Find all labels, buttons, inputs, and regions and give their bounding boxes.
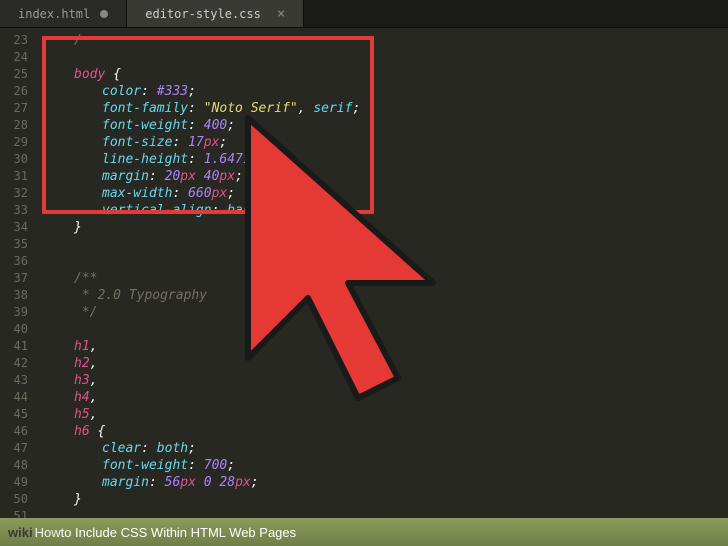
line-number: 45 [0,406,28,423]
line-number: 47 [0,440,28,457]
line-number: 43 [0,372,28,389]
tab-label: editor-style.css [145,7,261,21]
tab-label: index.html [18,7,90,21]
code-line: h3, [46,372,728,389]
code-line: h4, [46,389,728,406]
footer-caption: wikiHow to Include CSS Within HTML Web P… [0,518,728,546]
line-number: 28 [0,117,28,134]
line-number-gutter: 2324252627282930313233343536373839404142… [0,28,38,518]
line-number: 24 [0,49,28,66]
line-number: 34 [0,219,28,236]
code-line [46,321,728,338]
line-number: 41 [0,338,28,355]
line-number: 31 [0,168,28,185]
tab-index-html[interactable]: index.html [0,0,127,27]
line-number: 49 [0,474,28,491]
editor-pane: 2324252627282930313233343536373839404142… [0,28,728,518]
line-number: 30 [0,151,28,168]
footer-title: to Include CSS Within HTML Web Pages [61,525,297,540]
code-line: body { [46,66,728,83]
line-number: 29 [0,134,28,151]
brand-text: wiki [8,525,33,540]
line-number: 42 [0,355,28,372]
code-line: h6 { [46,423,728,440]
code-line: h2, [46,355,728,372]
line-number: 44 [0,389,28,406]
code-line: clear: both; [46,440,728,457]
code-line: h1, [46,338,728,355]
line-number: 38 [0,287,28,304]
code-line: line-height: 1.6471; [46,151,728,168]
code-line: */ [46,304,728,321]
code-line: font-weight: 700; [46,457,728,474]
code-line [46,49,728,66]
line-number: 46 [0,423,28,440]
code-line: h5, [46,406,728,423]
code-line: color: #333; [46,83,728,100]
code-line: font-weight: 400; [46,117,728,134]
line-number: 35 [0,236,28,253]
code-line: margin: 20px 40px; [46,168,728,185]
line-number: 37 [0,270,28,287]
line-number: 33 [0,202,28,219]
code-line: vertical-align: baseline; [46,202,728,219]
line-number: 39 [0,304,28,321]
code-line: font-family: "Noto Serif", serif; [46,100,728,117]
code-line: / [46,32,728,49]
code-line: } [46,219,728,236]
tab-bar: index.html editor-style.css × [0,0,728,28]
line-number: 23 [0,32,28,49]
code-line: max-width: 660px; [46,185,728,202]
tab-editor-style-css[interactable]: editor-style.css × [127,0,304,27]
close-icon[interactable]: × [277,6,285,22]
code-line [46,253,728,270]
line-number: 48 [0,457,28,474]
code-line [46,236,728,253]
code-area[interactable]: / body { color: #333; font-family: "Noto… [38,28,728,518]
line-number: 50 [0,491,28,508]
code-line: font-size: 17px; [46,134,728,151]
line-number: 27 [0,100,28,117]
code-line: * 2.0 Typography [46,287,728,304]
line-number: 36 [0,253,28,270]
line-number: 25 [0,66,28,83]
code-line: /** [46,270,728,287]
line-number: 26 [0,83,28,100]
how-text: How [35,525,61,540]
code-line: margin: 56px 0 28px; [46,474,728,491]
code-line: } [46,491,728,508]
modified-dot-icon [100,10,108,18]
line-number: 40 [0,321,28,338]
line-number: 32 [0,185,28,202]
